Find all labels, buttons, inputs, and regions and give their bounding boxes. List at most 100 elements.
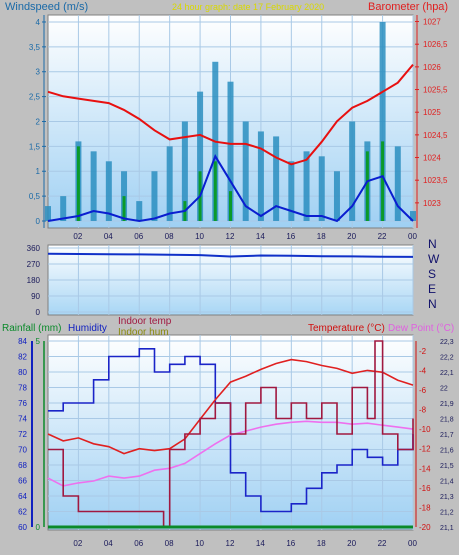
wind-tick-label: 2,5 (29, 93, 41, 102)
wind-gust-bar (318, 156, 325, 221)
temperature-tick-label: -20 (419, 523, 431, 532)
indoor-temp-tick-label: 21,2 (440, 510, 454, 517)
humidity-tick-label: 64 (18, 492, 27, 501)
barometer-tick-label: 1026,5 (423, 40, 448, 49)
wind-calm-bar (229, 191, 232, 221)
compass-label: N (428, 237, 437, 251)
x-tick-label: 00 (408, 232, 417, 241)
humidity-tick-label: 76 (18, 399, 27, 408)
direction-tick-label: 360 (27, 244, 41, 253)
humidity-tick-label: 80 (18, 368, 27, 377)
wind-gust-bar (333, 171, 340, 221)
x-tick-label: 20 (347, 232, 356, 241)
x-tick-label: 12 (226, 539, 235, 548)
barometer-tick-label: 1023 (423, 199, 441, 208)
x-tick-label: 18 (317, 232, 326, 241)
humidity-tick-label: 84 (18, 337, 27, 346)
wind-gust-bar (257, 131, 264, 221)
rainfall-tick-label: 5 (36, 337, 41, 346)
wind-tick-label: 3 (36, 68, 41, 77)
x-tick-label: 14 (256, 232, 265, 241)
wind-gust-bar (105, 161, 112, 221)
wind-calm-bar (381, 141, 385, 221)
direction-tick-label: 180 (27, 276, 41, 285)
x-tick-label: 06 (134, 232, 143, 241)
legend-humidity: Humidity (68, 323, 107, 334)
wind-tick-label: 2 (36, 117, 41, 126)
indoor-temp-tick-label: 21,3 (440, 494, 454, 501)
compass-label: N (428, 297, 437, 311)
wind-gust-bar (394, 146, 401, 221)
barometer-tick-label: 1026 (423, 63, 441, 72)
temperature-tick-label: -16 (419, 484, 431, 493)
indoor-temp-tick-label: 22,3 (440, 339, 454, 346)
x-tick-label: 02 (73, 232, 82, 241)
humidity-tick-label: 68 (18, 461, 27, 470)
x-tick-label: 10 (195, 539, 204, 548)
x-tick-label: 06 (134, 539, 143, 548)
temperature-tick-label: -14 (419, 464, 431, 473)
indoor-temp-tick-label: 21,5 (440, 463, 454, 470)
indoor-temp-tick-label: 21,8 (440, 417, 454, 424)
rainfall-tick-label: 0 (36, 523, 41, 532)
humidity-axis-line (31, 341, 33, 527)
temperature-tick-label: -2 (419, 347, 427, 356)
indoor-temp-tick-label: 22,2 (440, 355, 454, 362)
humidity-tick-label: 62 (18, 508, 27, 517)
compass-label: E (428, 282, 436, 296)
temperature-tick-label: -4 (419, 366, 427, 375)
barometer-tick-label: 1025 (423, 108, 441, 117)
direction-tick-label: 0 (36, 308, 41, 317)
x-tick-label: 14 (256, 539, 265, 548)
x-tick-label: 10 (195, 232, 204, 241)
legend-dew-point: Dew Point (°C) (388, 323, 454, 334)
humidity-tick-label: 82 (18, 353, 27, 362)
indoor-temp-tick-label: 21,6 (440, 448, 454, 455)
x-tick-label: 18 (317, 539, 326, 548)
x-tick-label: 20 (347, 539, 356, 548)
x-tick-label: 00 (408, 539, 417, 548)
indoor-temp-tick-label: 21,4 (440, 479, 454, 486)
humidity-tick-label: 74 (18, 415, 27, 424)
legend-rainfall: Rainfall (mm) (2, 323, 61, 334)
legend-indoor-hum: Indoor hum (118, 327, 169, 338)
chart-title: 24 hour graph: date 17 February 2020 (172, 2, 324, 12)
barometer-tick-label: 1024 (423, 154, 441, 163)
humidity-tick-label: 66 (18, 477, 27, 486)
wind-gust-bar (303, 151, 310, 221)
temperature-tick-label: -8 (419, 406, 427, 415)
direction-tick-label: 270 (27, 260, 41, 269)
wind-tick-label: 1,5 (29, 142, 41, 151)
temperature-tick-label: -12 (419, 445, 431, 454)
humidity-tick-label: 60 (18, 523, 27, 532)
wind-gust-bar (45, 206, 51, 221)
x-tick-label: 08 (165, 539, 174, 548)
x-tick-label: 04 (104, 539, 113, 548)
legend-temperature: Temperature (°C) (308, 323, 385, 334)
indoor-temp-tick-label: 21,1 (440, 525, 454, 532)
legend-indoor-temp: Indoor temp (118, 316, 172, 327)
x-tick-label: 22 (378, 232, 387, 241)
x-tick-label: 02 (73, 539, 82, 548)
wind-calm-bar (213, 161, 217, 221)
wind-tick-label: 3,5 (29, 43, 41, 52)
barometer-tick-label: 1023,5 (423, 176, 448, 185)
wind-calm-bar (365, 151, 369, 221)
temperature-tick-label: -18 (419, 503, 431, 512)
indoor-temp-tick-label: 22 (440, 386, 448, 393)
humidity-tick-label: 78 (18, 384, 27, 393)
wind-gust-bar (166, 146, 173, 221)
humidity-tick-label: 72 (18, 430, 27, 439)
wind-tick-label: 4 (36, 18, 41, 27)
temperature-tick-label: -6 (419, 386, 427, 395)
barometer-axis-label: Barometer (hpa) (368, 1, 448, 13)
compass-label: W (428, 252, 440, 266)
weather-charts: Windspeed (m/s) 24 hour graph: date 17 F… (2, 1, 454, 548)
indoor-temp-tick-label: 21,7 (440, 432, 454, 439)
barometer-tick-label: 1027 (423, 18, 441, 27)
compass-label: S (428, 267, 436, 281)
wind-calm-bar (76, 146, 80, 221)
direction-tick-label: 90 (31, 292, 40, 301)
humidity-tick-label: 70 (18, 446, 27, 455)
wind-gust-bar (136, 201, 143, 221)
